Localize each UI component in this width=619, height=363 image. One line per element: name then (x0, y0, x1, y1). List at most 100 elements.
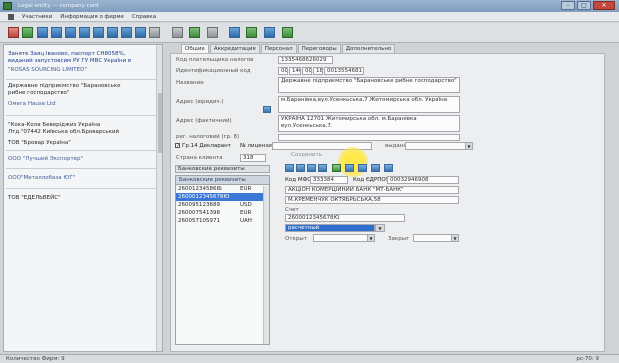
name-label: Название (176, 80, 204, 86)
ident-label: Идентификационный код (176, 68, 251, 74)
table-row[interactable]: 2600012345678Ю (176, 193, 269, 201)
menu-item-help[interactable]: Справка (132, 14, 156, 20)
maximize-button[interactable]: □ (577, 1, 591, 10)
account-label: Счет (285, 207, 299, 213)
tab-accreditation[interactable]: Аккредитация (209, 44, 260, 53)
ident-field-1[interactable]: 00 (278, 67, 288, 75)
status-right: рс-70: 9 (576, 356, 599, 362)
bank-name-field[interactable]: АКЦІОН КОМЕРЦІЙНИЙ БАНК "МТ-БАНК" (285, 186, 459, 194)
refresh-icon[interactable] (149, 27, 160, 38)
bank-address-field[interactable]: М.КРЕМЕНЧУК ОКТЯБРЬСЬКА,58 (285, 196, 459, 204)
add-icon[interactable] (93, 27, 104, 38)
legal-address-label: Адрес (юридич.) (176, 99, 224, 105)
scrollbar-thumb[interactable] (158, 93, 162, 153)
accounts-header: Банковские реквизиты (176, 176, 269, 185)
company-list: Заняте Заяц Іваново, паспорт СН8058%, ви… (3, 44, 163, 352)
list-item[interactable]: "Кока-Кола Беверіджиз Україна Лтд."07442… (8, 122, 158, 135)
client-country-field[interactable]: 318 (240, 154, 266, 162)
accounts-list: Банковские реквизиты 26001234586ІБ EUR 26… (175, 175, 270, 345)
saved-legend: Сохранить (290, 152, 323, 158)
bank-save-icon[interactable] (358, 164, 367, 172)
mfo-label: Код МФО (285, 177, 312, 183)
first-icon[interactable] (37, 27, 48, 38)
name-field[interactable]: Державне підприємство "Барановське рибне… (278, 77, 460, 93)
list-item[interactable]: ООО "Лучший Экспортер" (8, 156, 158, 163)
account-type-select[interactable]: расчетный (285, 224, 375, 232)
list-item[interactable]: ООО"Металлобаза ЮГ" (8, 175, 158, 182)
delete-icon[interactable] (121, 27, 132, 38)
bank-first-icon[interactable] (285, 164, 294, 172)
status-company-count: Количество Фирм: 9 (6, 356, 65, 362)
table-row[interactable]: 260007541398 EUR (176, 209, 269, 217)
table-row[interactable]: 26001234586ІБ EUR (176, 185, 269, 193)
ident-field-4[interactable]: 18 (313, 67, 323, 75)
last-icon[interactable] (79, 27, 90, 38)
help-icon[interactable] (207, 27, 218, 38)
next-icon[interactable] (65, 27, 76, 38)
export-icon[interactable] (229, 27, 240, 38)
menu-item-participants[interactable]: Участники (22, 14, 52, 20)
ident-field-5[interactable]: 0013554681 (324, 67, 364, 75)
bank-last-icon[interactable] (318, 164, 327, 172)
list-item[interactable]: Державне підприємство "Барановське рибне… (8, 83, 158, 96)
exit-icon[interactable] (246, 27, 257, 38)
account-type-dropdown-arrow[interactable]: ▼ (375, 224, 385, 232)
declarant-checkbox[interactable]: ✓ (175, 143, 180, 149)
table-row[interactable]: 260095123689 USD (176, 201, 269, 209)
tax-code-field[interactable]: 1335468626029 (278, 56, 333, 64)
tab-negotiations[interactable]: Переговоры (297, 44, 341, 53)
bank-refresh-icon[interactable] (384, 164, 393, 172)
tab-additional[interactable]: Дополнительно (341, 44, 396, 53)
mfo-field[interactable]: 333384 (310, 176, 348, 184)
prev-icon[interactable] (51, 27, 62, 38)
issued-label: выдана (385, 143, 407, 149)
edit-icon[interactable] (107, 27, 118, 38)
filter-icon[interactable] (172, 27, 183, 38)
table-row[interactable]: 260057105971 UAH (176, 217, 269, 225)
cursor-highlight (338, 147, 368, 177)
status-bar: Количество Фирм: 9 рс-70: 9 (0, 354, 619, 363)
account-field[interactable]: 2600012345678Ю (285, 214, 405, 222)
app-icon (3, 2, 12, 10)
close-button[interactable]: ✕ (593, 1, 615, 10)
ident-field-2[interactable]: 140 (289, 67, 301, 75)
closed-date-field[interactable]: ▼ (413, 234, 459, 242)
opened-label: Открыт (285, 236, 307, 242)
zoom-icon[interactable] (264, 27, 275, 38)
copy-address-icon[interactable] (263, 106, 271, 113)
minimize-button[interactable]: – (561, 1, 575, 10)
save-icon[interactable] (8, 27, 19, 38)
list-item[interactable]: "ROSAS SOURCING LIMITED" (8, 67, 158, 74)
print-icon[interactable] (22, 27, 33, 38)
issued-field[interactable]: ▼ (405, 142, 473, 150)
bank-delete-icon[interactable] (371, 164, 380, 172)
list-icon[interactable] (135, 27, 146, 38)
window-icon[interactable] (282, 27, 293, 38)
tax-reg-field[interactable] (278, 134, 460, 141)
list-scrollbar[interactable] (156, 45, 162, 351)
tax-code-label: Код платильщика налогов (176, 57, 254, 63)
settings-icon[interactable] (189, 27, 200, 38)
menu-item-company-info[interactable]: Информация о фирме (60, 14, 124, 20)
accounts-scrollbar[interactable] (263, 186, 269, 344)
bank-add-icon[interactable] (332, 164, 341, 172)
legal-address-field[interactable]: м.Баранівка,вул.Усенкьська,7 Житомирська… (278, 96, 460, 113)
opened-date-field[interactable]: ▼ (313, 234, 375, 242)
ident-field-3[interactable]: 00 (302, 67, 312, 75)
edrpou-label: Код ЄДРПОУ (353, 177, 390, 183)
tab-general[interactable]: Общие (181, 44, 209, 53)
actual-address-field[interactable]: УКРАЇНА 12701 Житомирська обл. м.Баранів… (278, 115, 460, 132)
list-item[interactable]: Омега Hause Ltd (8, 101, 158, 108)
bank-prev-icon[interactable] (296, 164, 305, 172)
license-label: № лицензии (240, 143, 276, 149)
list-item[interactable]: Заняте Заяц Іваново, паспорт СН8058%, ви… (8, 51, 158, 64)
list-item[interactable]: ТОВ "Бровар Україна" (8, 140, 158, 147)
declarant-label: Гр.14 Декларант (182, 143, 231, 149)
edrpou-field[interactable]: 00032946908 (387, 176, 459, 184)
bank-accounts-dropdown[interactable]: Банковские реквизиты (175, 165, 270, 173)
tax-reg-label: рег. налоговий (гр. 8) (176, 134, 240, 140)
bank-edit-icon[interactable] (345, 164, 354, 172)
tab-personnel[interactable]: Персонал (260, 44, 297, 53)
bank-next-icon[interactable] (307, 164, 316, 172)
list-item[interactable]: ТОВ "ЕДЕЛЬВЕЙС" (8, 195, 158, 202)
